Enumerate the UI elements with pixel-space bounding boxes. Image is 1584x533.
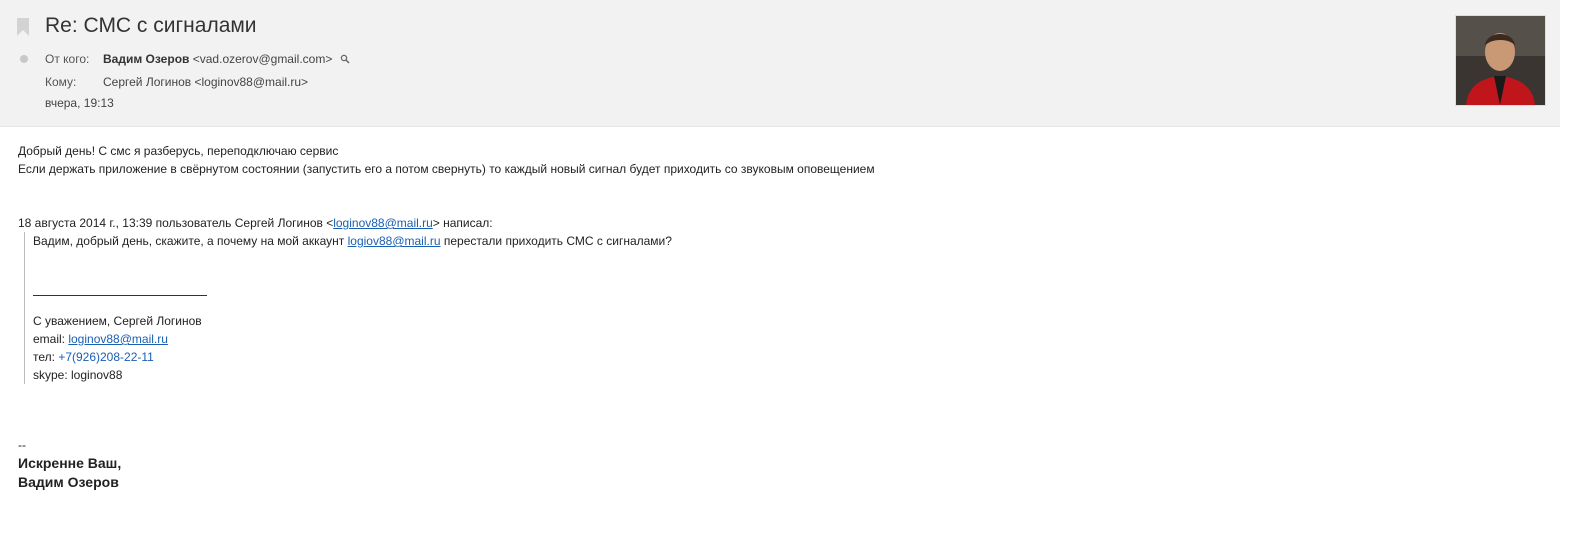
message-date: вчера, 19:13 (45, 96, 114, 110)
sender-name[interactable]: Вадим Озеров (103, 52, 189, 66)
to-label: Кому: (45, 75, 77, 89)
quoted-message: Вадим, добрый день, скажите, а почему на… (24, 232, 875, 384)
quote-text: Вадим, добрый день, скажите, а почему на… (33, 234, 348, 248)
signature-email-link[interactable]: loginov88@mail.ru (68, 332, 168, 346)
scrollbar[interactable] (1560, 0, 1584, 533)
quote-header-text: 18 августа 2014 г., 13:39 пользователь С… (18, 216, 334, 230)
message-subject: Re: СМС с сигналами (45, 14, 257, 37)
quote-author-email-link[interactable]: loginov88@mail.ru (333, 216, 433, 230)
from-label: От кого: (45, 52, 90, 66)
quote-header: 18 августа 2014 г., 13:39 пользователь С… (18, 214, 875, 232)
avatar[interactable] (1455, 15, 1546, 106)
recipient[interactable]: Сергей Логинов <loginov88@mail.ru> (103, 75, 308, 89)
email-label: email: (33, 332, 69, 346)
sender-email[interactable]: <vad.ozerov@gmail.com> (193, 52, 333, 66)
phone-line: тел: +7(926)208-22-11 (33, 348, 875, 366)
body-line: Добрый день! С смс я разберусь, переподк… (18, 144, 339, 158)
signature-line: Искренне Ваш, (18, 455, 122, 471)
message-body: Добрый день! С смс я разберусь, переподк… (18, 142, 875, 492)
unread-dot-icon[interactable] (20, 55, 28, 63)
phone-link[interactable]: +7(926)208-22-11 (58, 350, 154, 364)
quote-text: перестали приходить СМС с сигналами? (440, 234, 672, 248)
quote-line: Вадим, добрый день, скажите, а почему на… (33, 232, 875, 250)
signature-name: Вадим Озеров (18, 474, 119, 490)
from-row: От кого: Вадим Озеров <vad.ozerov@gmail.c… (45, 52, 350, 66)
search-icon[interactable] (340, 54, 350, 64)
header-divider (0, 126, 1560, 127)
account-email-link[interactable]: logiov88@mail.ru (348, 234, 441, 248)
regards-line: С уважением, Сергей Логинов (33, 314, 202, 328)
message-header: Re: СМС с сигналами От кого: Вадим Озеров… (0, 0, 1560, 126)
skype-line: skype: loginov88 (33, 368, 123, 382)
phone-label: тел: (33, 350, 59, 364)
body-line: Если держать приложение в свёрнутом сост… (18, 162, 875, 176)
email-line: email: loginov88@mail.ru (33, 330, 875, 348)
signature-separator: -- (18, 438, 26, 452)
quote-header-text: > написал: (432, 216, 493, 230)
bookmark-icon[interactable] (17, 18, 29, 36)
to-row: Кому: Сергей Логинов <loginov88@mail.ru> (45, 75, 308, 89)
